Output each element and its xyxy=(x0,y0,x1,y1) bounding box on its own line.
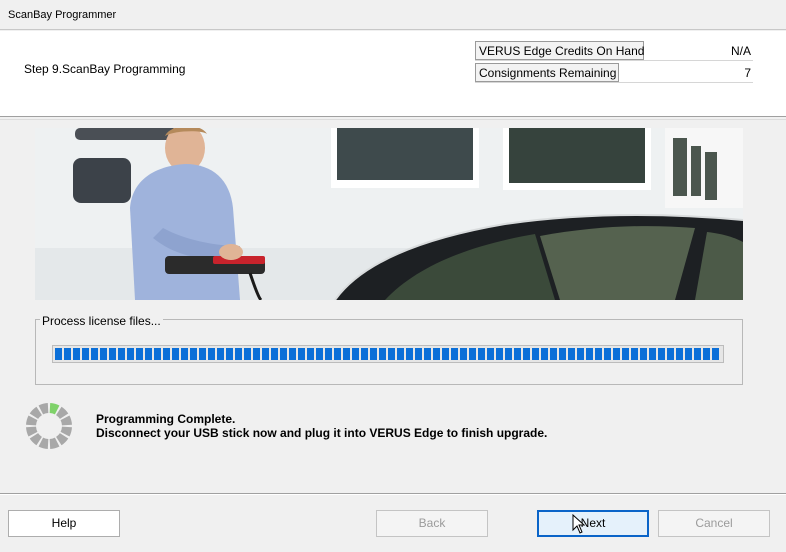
spinner-segment xyxy=(29,433,42,446)
info-row-consignments: Consignments Remaining 7 xyxy=(475,63,753,83)
consignments-label: Consignments Remaining xyxy=(475,63,619,82)
technician-car-illustration xyxy=(35,128,743,300)
wizard-footer: Help Back Next Cancel xyxy=(0,493,786,552)
wizard-header: Step 9.ScanBay Programming VERUS Edge Cr… xyxy=(0,31,786,117)
info-table: VERUS Edge Credits On Hand N/A Consignme… xyxy=(475,41,753,85)
credits-label: VERUS Edge Credits On Hand xyxy=(475,41,644,60)
progress-fill xyxy=(55,348,721,360)
credits-value: N/A xyxy=(730,44,751,58)
status-line-2: Disconnect your USB stick now and plug i… xyxy=(96,426,548,440)
spinner-segment xyxy=(56,433,69,446)
back-button[interactable]: Back xyxy=(376,510,488,537)
spinner-segment xyxy=(29,406,42,419)
help-button[interactable]: Help xyxy=(8,510,120,537)
next-button[interactable]: Next xyxy=(537,510,649,537)
row-divider xyxy=(475,60,753,61)
progress-bar xyxy=(52,345,724,363)
loading-spinner-icon xyxy=(26,403,72,449)
cancel-button[interactable]: Cancel xyxy=(658,510,770,537)
step-title: Step 9.ScanBay Programming xyxy=(24,62,186,76)
info-row-credits: VERUS Edge Credits On Hand N/A xyxy=(475,41,753,61)
window-title: ScanBay Programmer xyxy=(8,9,117,21)
banner-image xyxy=(35,128,743,300)
progress-label: Process license files... xyxy=(40,314,163,328)
status-line-1: Programming Complete. xyxy=(96,412,236,426)
title-bar: ScanBay Programmer xyxy=(0,0,786,30)
row-divider xyxy=(475,82,753,83)
progress-group: Process license files... xyxy=(35,314,743,385)
wizard-content: Process license files... Programming Com… xyxy=(0,119,786,492)
status-message: Programming Complete. Disconnect your US… xyxy=(96,412,547,440)
spinner-segment xyxy=(56,406,69,419)
mouse-pointer-icon xyxy=(572,514,586,534)
consignments-value: 7 xyxy=(744,66,751,80)
